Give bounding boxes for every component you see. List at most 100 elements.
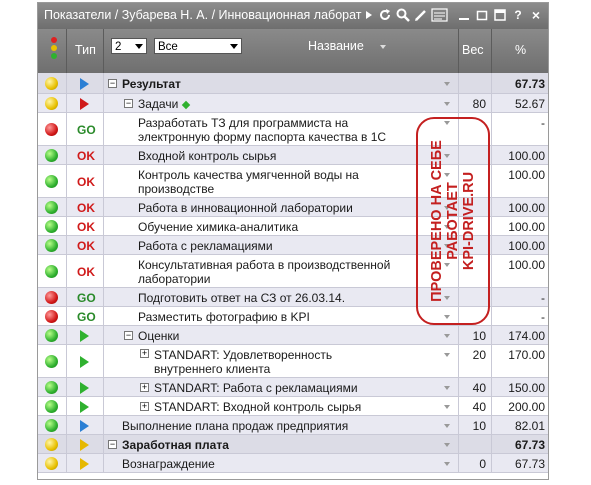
stamp-line-2: РАБОТАЕТ: [445, 182, 461, 260]
percent-value: 100.00: [508, 168, 545, 182]
indicator-name[interactable]: Контроль качества умягченной воды на про…: [138, 168, 359, 196]
weight-cell: 10: [458, 326, 492, 344]
restore-icon[interactable]: [474, 7, 490, 23]
collapse-icon[interactable]: −: [108, 440, 117, 449]
collapse-icon[interactable]: −: [124, 99, 133, 108]
percent-value: -: [541, 310, 545, 324]
table-row[interactable]: − Оценки 10 174.00: [38, 326, 548, 345]
table-row[interactable]: Выполнение плана продаж предприятия 10 82.…: [38, 416, 548, 435]
export-icon[interactable]: [431, 7, 448, 23]
percent-cell: 100.00: [491, 255, 548, 287]
weight-cell: [458, 73, 492, 93]
row-menu-arrow-icon[interactable]: [444, 353, 450, 357]
indicator-name-wrap: Подготовить ответ на СЗ от 26.03.14.: [138, 291, 403, 305]
minimize-icon[interactable]: [456, 7, 472, 23]
indicator-name[interactable]: Работа с рекламациями: [138, 239, 273, 253]
weight-cell: [458, 435, 492, 453]
expand-icon[interactable]: +: [140, 383, 149, 392]
indicator-name[interactable]: STANDART: Входной контроль сырья: [154, 400, 361, 414]
name-cell: Подготовить ответ на СЗ от 26.03.14.: [103, 288, 459, 306]
indicator-name[interactable]: Консультативная работа в производственно…: [138, 258, 390, 286]
expand-icon[interactable]: +: [140, 402, 149, 411]
percent-value: 200.00: [508, 400, 545, 414]
type-column-header[interactable]: Тип: [75, 43, 96, 57]
indicator-name[interactable]: Вознаграждение: [122, 457, 215, 471]
collapse-icon[interactable]: −: [124, 331, 133, 340]
type-cell: [66, 73, 104, 93]
indicator-name[interactable]: Результат: [122, 77, 181, 91]
status-cell: [38, 378, 67, 396]
indicator-name[interactable]: Задачи: [138, 97, 178, 111]
percent-value: 170.00: [508, 348, 545, 362]
percent-cell: -: [491, 113, 548, 145]
name-cell: Обучение химика-аналитика: [103, 217, 459, 235]
row-menu-arrow-icon[interactable]: [444, 424, 450, 428]
indicator-name[interactable]: STANDART: Удовлетворенность внутреннего …: [154, 348, 332, 376]
percent-value: 100.00: [508, 149, 545, 163]
row-menu-arrow-icon[interactable]: [444, 462, 450, 466]
stamp-line-3: KPI-DRIVE.RU: [461, 171, 477, 271]
row-menu-arrow-icon[interactable]: [444, 405, 450, 409]
sort-arrow-icon[interactable]: [380, 45, 386, 49]
expand-icon[interactable]: +: [140, 349, 149, 358]
row-menu-arrow-icon[interactable]: [444, 334, 450, 338]
weight-cell: 20: [458, 345, 492, 377]
row-menu-arrow-icon[interactable]: [444, 82, 450, 86]
indicator-name[interactable]: Подготовить ответ на СЗ от 26.03.14.: [138, 291, 345, 305]
weight-column-header[interactable]: Вес: [462, 43, 484, 57]
percent-value: 100.00: [508, 239, 545, 253]
indicator-name[interactable]: Работа в инновационной лаборатории: [138, 201, 353, 215]
indicator-name[interactable]: Разместить фотографию в KPI: [138, 310, 310, 324]
status-cell: [38, 345, 67, 377]
edit-icon[interactable]: [413, 7, 429, 23]
table-row[interactable]: + STANDART: Входной контроль сырья 40 200.0…: [38, 397, 548, 416]
maximize-icon[interactable]: [492, 7, 508, 23]
close-icon[interactable]: ×: [528, 7, 544, 23]
indicator-name[interactable]: STANDART: Работа с рекламациями: [154, 381, 358, 395]
weight-value: 10: [472, 329, 486, 343]
help-icon[interactable]: ?: [510, 7, 526, 23]
type-green-arrow-icon: [80, 401, 89, 413]
row-menu-arrow-icon[interactable]: [444, 102, 450, 106]
indicator-name[interactable]: Выполнение плана продаж предприятия: [122, 419, 348, 433]
level-select[interactable]: 2: [111, 38, 147, 54]
refresh-icon[interactable]: [377, 7, 393, 23]
type-code: GO: [77, 310, 96, 324]
status-cell: [38, 146, 67, 164]
dropdown-arrow-icon[interactable]: [361, 7, 377, 23]
indicator-name[interactable]: Входной контроль сырья: [138, 149, 276, 163]
percent-cell: 100.00: [491, 165, 548, 197]
search-icon[interactable]: [395, 7, 411, 23]
row-menu-arrow-icon[interactable]: [444, 386, 450, 390]
table-row[interactable]: + STANDART: Удовлетворенность внутреннего…: [38, 345, 548, 378]
type-cell: GO: [66, 113, 104, 145]
table-row[interactable]: − Задачи 80 52.67: [38, 94, 548, 113]
name-column-header[interactable]: Название: [308, 39, 364, 53]
type-red-arrow-icon: [80, 98, 89, 110]
table-row[interactable]: − Заработная плата 67.73: [38, 435, 548, 454]
table-row[interactable]: Вознаграждение 0 67.73: [38, 454, 548, 473]
percent-cell: 67.73: [491, 73, 548, 93]
indicator-name[interactable]: Разработать ТЗ для программиста на элект…: [138, 116, 386, 144]
indicators-window: Показатели / Зубарева Н. А. / Инновацион…: [37, 2, 549, 480]
filter-select[interactable]: Все: [154, 38, 242, 54]
indicator-name[interactable]: Заработная плата: [122, 438, 229, 452]
status-green-icon: [45, 329, 58, 342]
indicator-name[interactable]: Обучение химика-аналитика: [138, 220, 298, 234]
status-green-icon: [45, 400, 58, 413]
status-red-icon: [45, 123, 58, 136]
percent-value: 52.67: [514, 97, 545, 111]
type-cell: [66, 94, 104, 112]
percent-cell: -: [491, 307, 548, 325]
name-cell: Выполнение плана продаж предприятия: [103, 416, 459, 434]
row-menu-arrow-icon[interactable]: [444, 443, 450, 447]
status-cell: [38, 454, 67, 472]
indicator-name[interactable]: Оценки: [138, 329, 179, 343]
type-yellow-arrow-icon: [80, 458, 89, 470]
percent-column-header[interactable]: %: [515, 43, 526, 57]
type-cell: [66, 454, 104, 472]
indicator-name-wrap: Вознаграждение: [122, 457, 403, 471]
table-row[interactable]: − Результат 67.73: [38, 73, 548, 94]
table-row[interactable]: + STANDART: Работа с рекламациями 40 150.00: [38, 378, 548, 397]
collapse-icon[interactable]: −: [108, 79, 117, 88]
